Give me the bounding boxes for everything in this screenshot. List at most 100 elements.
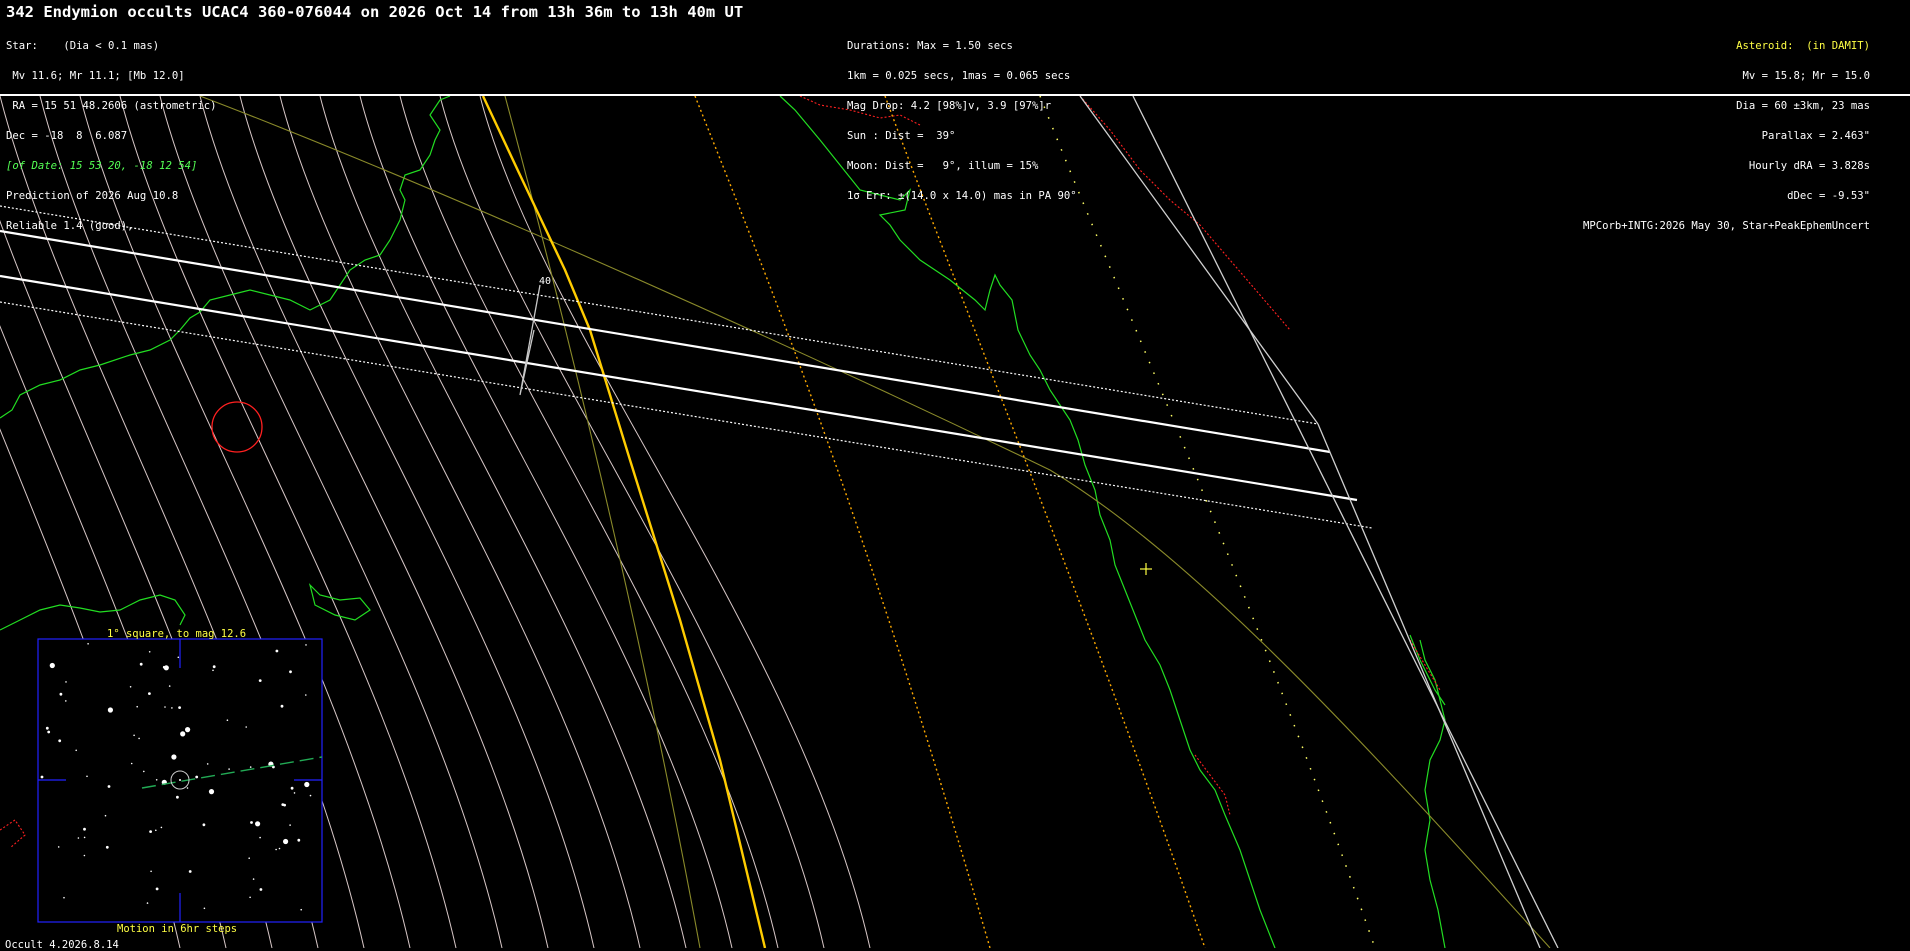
inset-star: [278, 847, 281, 850]
inset-star: [129, 686, 132, 688]
inset-star: [40, 775, 44, 779]
star-info-line: Mv 11.6; Mr 11.1; [Mb 12.0]: [6, 70, 185, 82]
inset-star: [212, 665, 216, 669]
time-marker-label: 40: [539, 276, 552, 287]
inset-star: [305, 644, 307, 646]
inset-star: [77, 837, 80, 839]
inset-star: [249, 896, 251, 899]
inset-star: [59, 692, 63, 696]
inset-footer: Motion in 6hr steps: [117, 923, 238, 935]
inset-star: [280, 704, 284, 708]
version-label: Occult 4.2026.8.14: [5, 939, 119, 951]
event-info-line: Durations: Max = 1.50 secs: [847, 40, 1013, 52]
inset-star: [107, 785, 111, 788]
inset-star: [155, 779, 158, 781]
inset-star: [188, 870, 192, 873]
event-info-line: Sun : Dist = 39°: [847, 130, 956, 142]
event-info-block: Durations: Max = 1.50 secs 1km = 0.025 s…: [847, 21, 1077, 211]
inset-star: [138, 737, 140, 740]
inset-star: [75, 749, 77, 752]
inset-star: [155, 887, 159, 891]
inset-star: [83, 854, 86, 857]
asteroid-info-block: Asteroid: (in DAMIT) Mv = 15.8; Mr = 15.…: [1583, 21, 1870, 241]
inset-star: [65, 700, 67, 702]
star-info-line: [of Date: 15 53 20, -18 12 54]: [6, 160, 198, 172]
inset-star: [148, 692, 151, 695]
asteroid-info-line: Hourly dRA = 3.828s: [1748, 160, 1870, 172]
inset-star: [206, 763, 209, 765]
inset-star: [143, 770, 145, 773]
inset-star: [249, 766, 252, 768]
inset-star: [275, 848, 277, 851]
inset-star: [258, 679, 262, 682]
inset-star: [300, 908, 303, 911]
inset-star: [49, 662, 55, 669]
star-info-line: Star: (Dia < 0.1 mas): [6, 40, 160, 52]
inset-star: [45, 726, 49, 730]
inset-star: [104, 814, 107, 817]
inset-star: [163, 665, 165, 668]
asteroid-info-line: Mv = 15.8; Mr = 15.0: [1742, 70, 1870, 82]
inset-star: [245, 726, 247, 728]
inset-star: [289, 824, 291, 826]
star-info-line: Dec = -18 8 6.087: [6, 130, 128, 142]
inset-star: [293, 792, 296, 794]
inset-star: [86, 775, 88, 778]
inset-star: [65, 681, 67, 683]
asteroid-info-line: Parallax = 2.463": [1761, 130, 1870, 142]
inset-star: [186, 787, 189, 789]
inset-star: [281, 803, 285, 806]
inset-star: [259, 836, 261, 839]
asteroid-info-line: dDec = -9.53": [1787, 190, 1870, 202]
inset-star: [149, 830, 153, 833]
inset-star: [130, 762, 133, 765]
asteroid-info-line: MPCorb+INTG:2026 May 30, Star+PeakEphemU…: [1582, 220, 1870, 232]
asteroid-info-line: Dia = 60 ±3km, 23 mas: [1736, 100, 1870, 112]
inset-starchart: [37, 638, 323, 923]
inset-star: [57, 846, 60, 848]
inset-star: [176, 795, 179, 799]
star-info-line: Prediction of 2026 Aug 10.8: [6, 190, 179, 202]
inset-star: [164, 706, 166, 708]
inset-star: [107, 707, 113, 713]
star-info-block: Star: (Dia < 0.1 mas) Mv 11.6; Mr 11.1; …: [6, 21, 216, 241]
event-title: 342 Endymion occults UCAC4 360-076044 on…: [6, 3, 744, 21]
inset-star: [139, 662, 143, 666]
event-info-line: 1σ Err: ±(14.0 x 14.0) mas in PA 90°: [847, 190, 1077, 202]
inset-star: [83, 836, 86, 839]
inset-star: [208, 789, 215, 795]
inset-star: [177, 656, 180, 659]
inset-star: [290, 786, 294, 790]
inset-star: [168, 685, 171, 687]
inset-star: [105, 845, 109, 849]
inset-star: [248, 857, 250, 859]
inset-star: [297, 838, 301, 842]
inset-star: [148, 651, 151, 653]
inset-star: [275, 649, 279, 653]
star-info-line: RA = 15 51 48.2606 (astrometric): [6, 100, 217, 112]
event-info-line: 1km = 0.025 secs, 1mas = 0.065 secs: [847, 70, 1071, 82]
inset-star: [136, 705, 138, 708]
star-info-line: Reliable 1.4 (good),: [6, 220, 134, 232]
inset-star: [255, 821, 261, 827]
inset-star: [160, 826, 163, 829]
inset-star: [252, 878, 255, 880]
event-info-line: Mag Drop: 4.2 [98%]v, 3.9 [97%]r: [847, 100, 1052, 112]
inset-star: [226, 719, 229, 721]
inset-star: [212, 669, 214, 672]
inset-star: [87, 643, 89, 645]
inset-star: [180, 731, 186, 737]
inset-star: [83, 827, 86, 831]
inset-star: [250, 821, 253, 824]
inset-star: [304, 781, 310, 788]
inset-star: [58, 739, 62, 743]
inset-star: [185, 727, 191, 733]
inset-star: [63, 896, 65, 899]
inset-star: [228, 768, 230, 770]
event-info-line: Moon: Dist = 9°, illum = 15%: [847, 160, 1039, 172]
inset-star: [47, 730, 51, 734]
inset-star: [178, 706, 182, 709]
inset-star: [155, 829, 157, 832]
inset-star: [203, 907, 206, 910]
inset-star: [146, 902, 149, 904]
